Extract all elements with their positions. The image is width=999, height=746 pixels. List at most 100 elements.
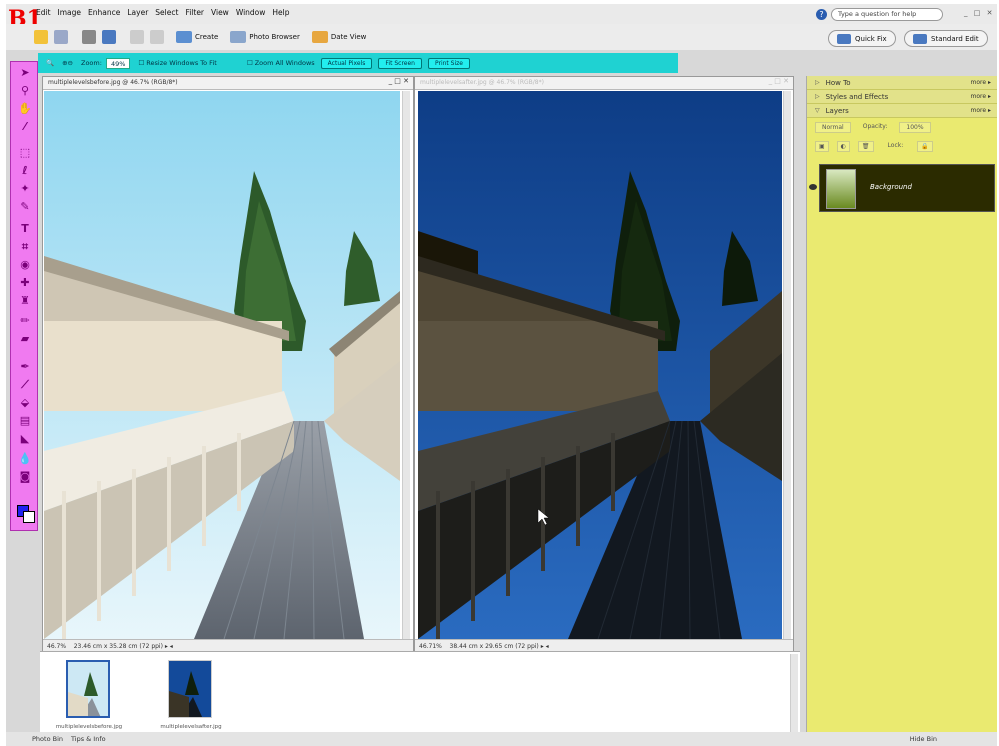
new-file-icon[interactable]	[34, 30, 48, 44]
menu-window[interactable]: Window	[236, 8, 266, 17]
toolbox: ➤ ⚲ ✋ ⁄ ⬚ ℓ ✦ ✎ T ⌗ ◉ ✚ ♜ ✏ ▰ ✒ ⟋ ⬙ ▤ ◣ …	[10, 61, 38, 531]
menu-enhance[interactable]: Enhance	[88, 8, 120, 17]
layer-row-background[interactable]: Background	[819, 164, 995, 212]
palette-title: Layers	[825, 106, 849, 115]
actual-pixels-button[interactable]: Actual Pixels	[320, 57, 373, 69]
healing-brush-tool-icon[interactable]: ✚	[18, 276, 32, 290]
impressionist-brush-tool-icon[interactable]: ⟋	[18, 378, 32, 392]
blend-mode-select[interactable]: Normal	[815, 122, 851, 133]
layer-name: Background	[870, 183, 912, 191]
tips-info-toggle[interactable]: Tips & Info	[71, 735, 106, 743]
menu-filter[interactable]: Filter	[185, 8, 204, 17]
opacity-input[interactable]: 100%	[899, 122, 931, 133]
options-bar: 🔍 ⊕⊖ Zoom: 49% ☐ Resize Windows To Fit ☐…	[38, 53, 678, 73]
thumbnail-before[interactable]	[66, 660, 110, 718]
gradient-tool-icon[interactable]: ▤	[18, 414, 32, 428]
clone-stamp-tool-icon[interactable]: ♜	[18, 294, 32, 308]
palette-title: Styles and Effects	[825, 92, 889, 101]
selection-brush-tool-icon[interactable]: ✎	[18, 200, 32, 214]
app-window: B1 Edit Image Enhance Layer Select Filte…	[6, 4, 997, 746]
image-window-title[interactable]: multiplelevelsafter.jpg @ 46.7% (RGB/8*)	[415, 77, 793, 90]
resize-windows-checkbox[interactable]: ☐ Resize Windows To Fit	[138, 59, 216, 67]
help-search: ? Type a question for help	[816, 8, 943, 21]
how-to-palette[interactable]: ▷ How To more ▸	[807, 76, 997, 90]
vertical-scrollbar[interactable]	[402, 91, 410, 639]
zoom-input[interactable]: 49%	[105, 57, 131, 69]
menu-view[interactable]: View	[211, 8, 229, 17]
undo-icon[interactable]	[130, 30, 144, 44]
image-window-controls[interactable]: _ □ ✕	[769, 77, 789, 85]
layer-thumbnail	[826, 169, 856, 209]
eyedropper-tool-icon[interactable]: ⁄	[18, 120, 32, 134]
lock-icon[interactable]: 🔒	[917, 141, 933, 152]
vertical-scrollbar[interactable]	[783, 91, 791, 639]
create-button[interactable]: Create	[176, 31, 218, 43]
eraser-tool-icon[interactable]: ▰	[18, 332, 32, 346]
quick-fix-button[interactable]: Quick Fix	[828, 30, 896, 47]
adjustment-layer-icon[interactable]: ◐	[836, 141, 850, 152]
blur-tool-icon[interactable]: 💧	[18, 452, 32, 466]
print-icon[interactable]	[82, 30, 96, 44]
image-window-title[interactable]: multiplelevelsbefore.jpg @ 46.7% (RGB/8*…	[43, 77, 413, 90]
more-button[interactable]: more ▸	[971, 107, 991, 114]
expand-triangle-icon[interactable]: ▷	[815, 79, 820, 86]
standard-edit-button[interactable]: Standard Edit	[904, 30, 988, 47]
thumbnail-after[interactable]	[168, 660, 212, 718]
new-layer-icon[interactable]: ▣	[815, 141, 829, 152]
photo-browser-button[interactable]: Photo Browser	[230, 31, 300, 43]
create-icon	[176, 31, 192, 43]
fit-screen-button[interactable]: Fit Screen	[378, 57, 422, 69]
menu-list: Edit Image Enhance Layer Select Filter V…	[36, 8, 290, 17]
red-eye-tool-icon[interactable]: ◉	[18, 258, 32, 272]
collapse-triangle-icon[interactable]: ▽	[815, 107, 820, 114]
zoom-tool-icon[interactable]: ⚲	[18, 84, 32, 98]
redo-icon[interactable]	[150, 30, 164, 44]
status-menu-arrow[interactable]: ▸ ◂	[541, 643, 549, 650]
zoom-all-windows-checkbox[interactable]: ☐ Zoom All Windows	[247, 59, 315, 67]
sponge-tool-icon[interactable]: ◙	[18, 470, 32, 484]
app-window-controls[interactable]: _ □ ✕	[964, 9, 994, 17]
type-tool-icon[interactable]: T	[18, 222, 32, 236]
print-size-button[interactable]: Print Size	[427, 57, 470, 69]
background-color-swatch[interactable]	[23, 511, 35, 523]
menu-bar: B1 Edit Image Enhance Layer Select Filte…	[6, 4, 997, 32]
hand-tool-icon[interactable]: ✋	[18, 102, 32, 116]
visibility-eye-icon[interactable]	[809, 184, 817, 190]
magic-wand-tool-icon[interactable]: ✦	[18, 182, 32, 196]
menu-image[interactable]: Image	[58, 8, 82, 17]
date-view-button[interactable]: Date View	[311, 31, 366, 43]
crop-tool-icon[interactable]: ⌗	[18, 240, 32, 254]
photo-bin: multiplelevelsbefore.jpg multiplelevelsa…	[40, 651, 800, 741]
date-view-icon	[311, 31, 328, 43]
menu-select[interactable]: Select	[155, 8, 178, 17]
marquee-tool-icon[interactable]: ⬚	[18, 146, 32, 160]
status-menu-arrow[interactable]: ▸ ◂	[165, 643, 173, 650]
help-input[interactable]: Type a question for help	[831, 8, 943, 21]
photo-after	[418, 91, 782, 639]
menu-layer[interactable]: Layer	[127, 8, 148, 17]
menu-edit[interactable]: Edit	[36, 8, 51, 17]
layers-palette[interactable]: ▽ Layers more ▸	[807, 104, 997, 118]
more-button[interactable]: more ▸	[971, 93, 991, 100]
brush-tool-icon[interactable]: ✒	[18, 360, 32, 374]
paint-bucket-tool-icon[interactable]: ⬙	[18, 396, 32, 410]
zoom-tool-icon[interactable]: 🔍	[46, 59, 54, 67]
bin-scrollbar[interactable]	[790, 654, 798, 738]
opacity-label: Opacity:	[862, 123, 888, 130]
shape-tool-icon[interactable]: ◣	[18, 432, 32, 446]
move-tool-icon[interactable]: ➤	[18, 66, 32, 80]
save-icon[interactable]	[54, 30, 68, 44]
hide-bin-button[interactable]: Hide Bin	[910, 735, 937, 743]
delete-layer-icon[interactable]: 🗑	[857, 141, 874, 152]
pencil-tool-icon[interactable]: ✏	[18, 314, 32, 328]
image-window-controls[interactable]: _ □ ✕	[389, 77, 409, 85]
zoom-in-out-icon[interactable]: ⊕⊖	[62, 59, 73, 67]
photo-bin-toggle[interactable]: Photo Bin	[32, 735, 63, 743]
expand-triangle-icon[interactable]: ▷	[815, 93, 820, 100]
menu-help[interactable]: Help	[272, 8, 289, 17]
more-button[interactable]: more ▸	[971, 79, 991, 86]
quick-fix-icon	[837, 33, 851, 44]
email-icon[interactable]	[102, 30, 116, 44]
lasso-tool-icon[interactable]: ℓ	[18, 164, 32, 178]
styles-effects-palette[interactable]: ▷ Styles and Effects more ▸	[807, 90, 997, 104]
